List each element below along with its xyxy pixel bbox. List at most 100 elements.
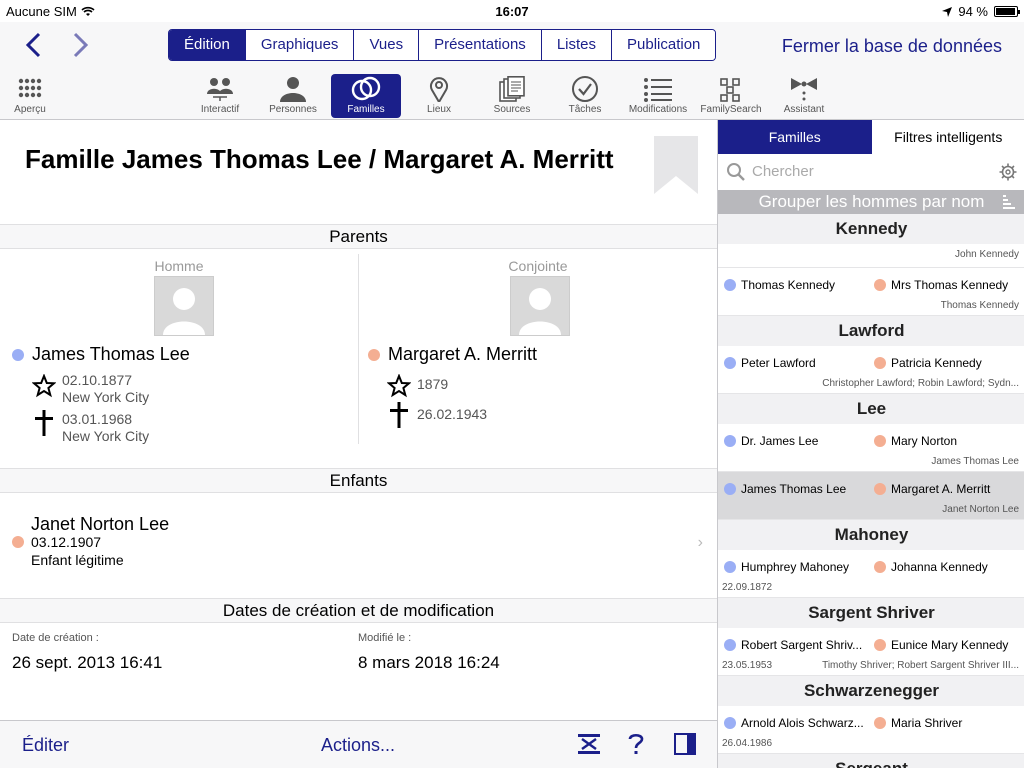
toolbar-item-sources[interactable]: Sources [477,74,547,118]
family-row[interactable]: James Thomas Lee Margaret A. Merritt Janet… [718,472,1024,520]
male-dot [724,639,736,651]
search-icon [727,163,745,181]
husband-entry: Arnold Alois Schwarz... [724,716,872,730]
grid-icon [0,74,65,102]
family-row[interactable]: Arnold Alois Schwarz... Maria Shriver 26.0… [718,706,1024,754]
children-section-header: Enfants [0,468,717,493]
family-row[interactable]: Peter Lawford Patricia Kennedy Christopher… [718,346,1024,394]
marriage-date: 22.09.1872 [722,582,773,593]
wife-entry: Patricia Kennedy [874,356,1022,370]
children-names: Timothy Shriver; Robert Sargent Shriver … [822,660,1019,671]
toolbar-item-label: Assistant [783,104,825,115]
wife-name: Eunice Mary Kennedy [891,638,1009,652]
wife-name: Mary Norton [891,434,958,448]
family-row[interactable]: Robert Sargent Shriv... Eunice Mary Kenne… [718,628,1024,676]
help-icon[interactable] [628,733,644,755]
wife-entry: Margaret A. Merritt [874,482,1022,496]
status-bar: Aucune SIM 16:07 94 % [0,0,1024,22]
child-name: Janet Norton Lee [31,514,170,534]
wife-entry: Maria Shriver [874,716,1022,730]
wife-name: Mrs Thomas Kennedy [891,278,1009,292]
sidebar-tabs: Familles Filtres intelligents [718,120,1024,154]
husband-card[interactable]: Homme James Thomas Lee 02.10.1877 New Yo… [0,254,358,444]
group-header: Lawford [718,316,1024,346]
tab-vues[interactable]: Vues [353,30,419,60]
battery-percent: 94 % [958,4,988,19]
wife-name-text: Margaret A. Merritt [388,344,538,364]
toolbar-item-personnes[interactable]: Personnes [258,74,328,118]
bookmark-icon[interactable] [654,136,698,194]
toolbar-item-familysearch[interactable]: FamilySearch [696,74,766,118]
husband-name: Peter Lawford [741,356,816,370]
tab-presentations[interactable]: Présentations [418,30,541,60]
bottom-toolbar: Éditer Actions... [0,720,717,768]
tab-listes[interactable]: Listes [540,30,611,60]
toolbar-item-apercu[interactable]: Aperçu [0,74,65,118]
list-icon [623,74,693,102]
sidebar-tab-filtres-intelligents[interactable]: Filtres intelligents [871,120,1024,154]
toolbar-item-familles[interactable]: Familles [331,74,401,118]
male-dot [724,357,736,369]
chevron-right-icon [73,32,89,58]
dates-section-header: Dates de création et de modification [0,598,717,623]
family-row[interactable]: Humphrey Mahoney Johanna Kennedy 22.09.187… [718,550,1024,598]
actions-button[interactable]: Actions... [321,735,395,756]
map-pin-icon [404,74,474,102]
tab-edition[interactable]: Édition [169,30,245,60]
male-dot [12,348,24,361]
family-list: Kennedy John Kennedy Thomas Kennedy Mrs Tho… [718,214,1024,768]
family-list-sidebar: Familles Filtres intelligents Chercher Gr… [717,120,1024,768]
toolbar-item-interactif[interactable]: Interactif [185,74,255,118]
toolbar-item-label: Aperçu [14,104,46,115]
female-dot [368,348,380,361]
toolbar-item-lieux[interactable]: Lieux [404,74,474,118]
forward-button[interactable] [66,28,96,62]
group-by-bar[interactable]: Grouper les hommes par nom [718,190,1024,214]
sidebar-tab-familles[interactable]: Familles [718,120,872,154]
group-header: Sergeant [718,754,1024,768]
toolbar-item-modifications[interactable]: Modifications [623,74,693,118]
person-silhouette-icon [519,288,561,335]
page-title: Famille James Thomas Lee / Margaret A. M… [25,144,614,174]
sort-icon[interactable] [1003,195,1015,209]
male-dot [724,717,736,729]
gear-icon[interactable] [999,163,1017,181]
cross-icon [35,410,53,436]
edit-button[interactable]: Éditer [22,735,69,756]
female-dot [874,717,886,729]
family-row[interactable]: Dr. James Lee Mary Norton James Thomas Lee [718,424,1024,472]
sidebar-toggle-icon[interactable] [674,733,696,755]
female-dot [874,483,886,495]
search-input[interactable]: Chercher [752,163,814,180]
toolbar-item-taches[interactable]: Tâches [550,74,620,118]
wife-name: Johanna Kennedy [891,560,988,574]
assistant-icon [769,74,839,102]
child-relation: Enfant légitime [31,552,124,568]
wife-entry: Mrs Thomas Kennedy [874,278,1022,292]
children-names: James Thomas Lee [931,456,1019,467]
close-database-button[interactable]: Fermer la base de données [782,36,1002,57]
wife-card[interactable]: Conjointe Margaret A. Merritt 1879 26.02… [359,254,717,444]
toolbar-item-label: Familles [347,104,385,115]
list-item[interactable]: John Kennedy [718,244,1024,268]
family-row[interactable]: Thomas Kennedy Mrs Thomas Kennedy Thomas K… [718,268,1024,316]
created-label: Date de création : [12,632,99,644]
female-dot [12,536,24,548]
toolbar-item-assistant[interactable]: Assistant [769,74,839,118]
tab-graphiques[interactable]: Graphiques [244,30,354,60]
tab-publication[interactable]: Publication [611,30,716,60]
created-value: 26 sept. 2013 16:41 [12,653,163,672]
male-dot [724,561,736,573]
child-row[interactable]: Janet Norton Lee 03.12.1907 Enfant légit… [0,510,717,590]
children-names: Janet Norton Lee [942,504,1019,515]
interactive-tree-icon [185,74,255,102]
battery-fill [996,8,1015,15]
husband-entry: Thomas Kennedy [724,278,872,292]
search-row: Chercher [718,156,1024,188]
back-button[interactable] [18,28,48,62]
wife-avatar[interactable] [510,276,570,336]
husband-avatar[interactable] [154,276,214,336]
tree-chart-icon[interactable] [578,733,600,755]
group-header: Schwarzenegger [718,676,1024,706]
husband-birth-date: 02.10.1877 [62,372,133,388]
